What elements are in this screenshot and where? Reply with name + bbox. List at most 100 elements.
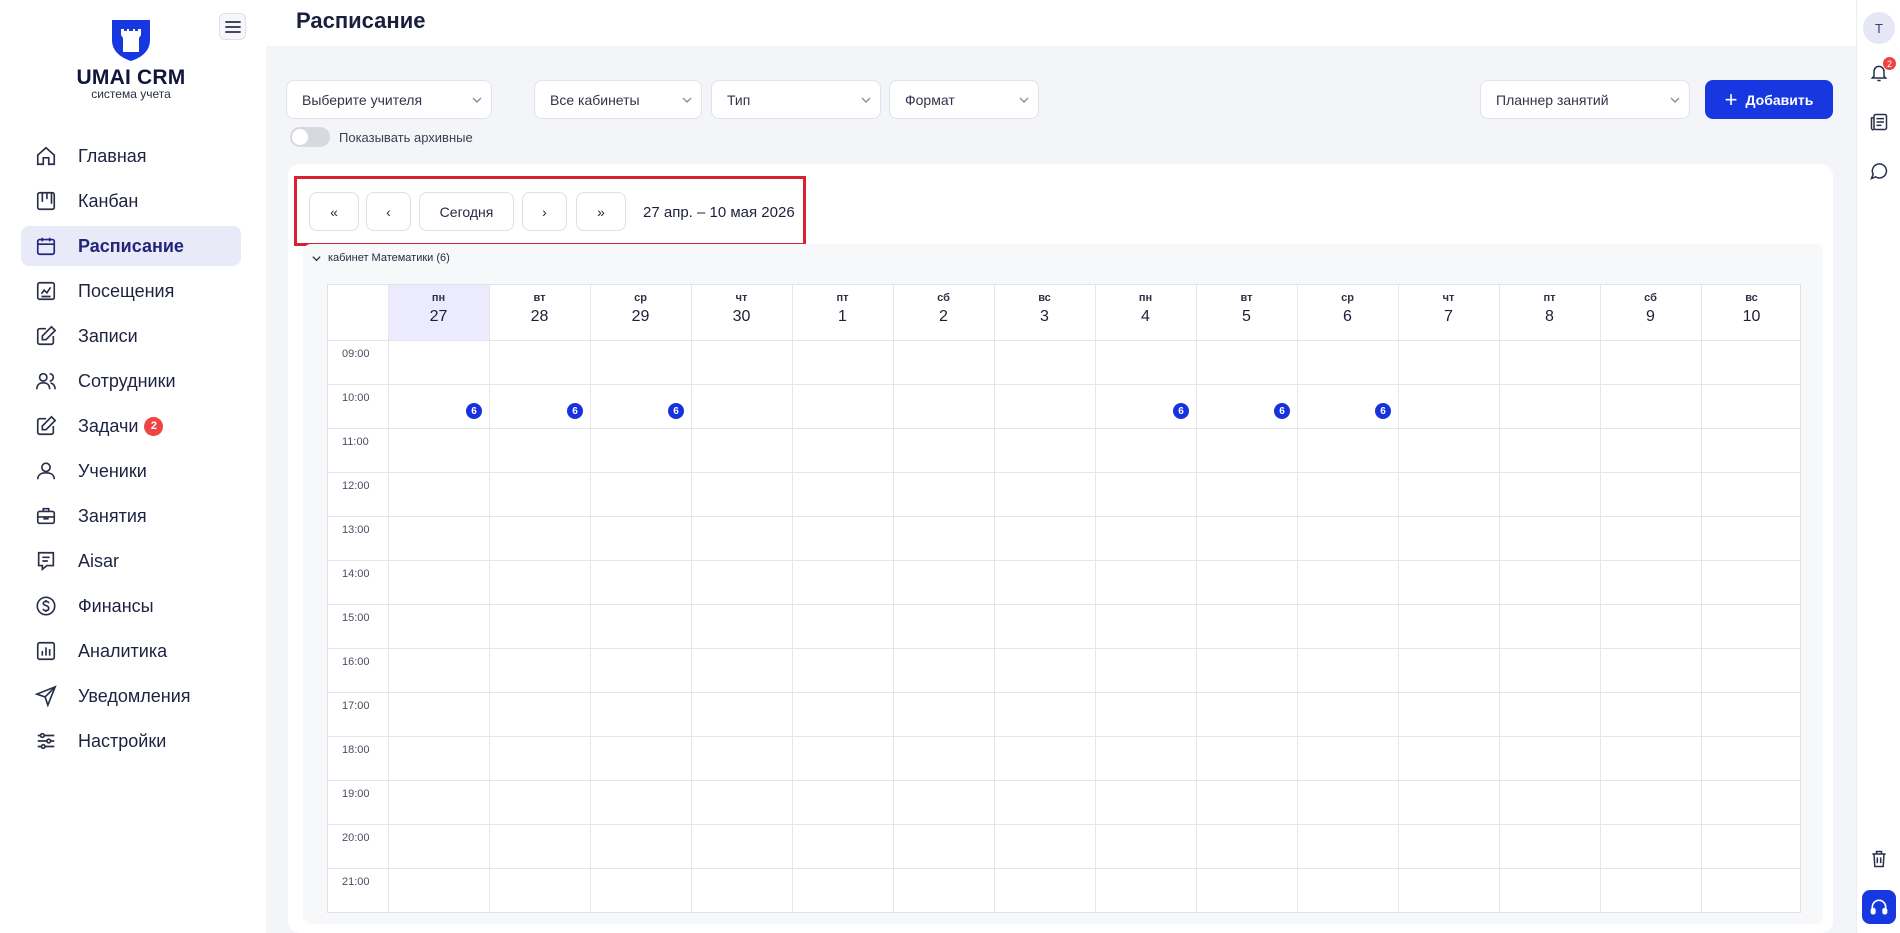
day-number: 10: [1742, 308, 1761, 325]
day-header: чт 30: [691, 285, 792, 340]
kanban-icon: [34, 189, 58, 213]
day-number: 28: [530, 308, 549, 325]
sidebar-item-analytics[interactable]: Аналитика: [21, 631, 241, 671]
sidebar-item-label: Задачи: [78, 415, 139, 436]
grid-row-divider: [328, 384, 1800, 385]
logo-shield-icon: [112, 20, 150, 61]
next-button[interactable]: ›: [522, 192, 567, 231]
logo-subtitle: система учета: [91, 87, 171, 101]
grid-column-divider: [1398, 285, 1399, 912]
user-icon: [34, 459, 58, 483]
sidebar-item-label: Канбан: [78, 190, 139, 211]
schedule-grid: пн 27 вт 28 ср 29 чт 30 пт 1 сб 2 вс 3 пн 4 вт 5 ср 6 чт 7 пт 8…: [327, 284, 1801, 913]
grid-column-divider: [893, 285, 894, 912]
planner-select[interactable]: Планнер занятий: [1480, 80, 1690, 119]
grid-column-divider: [388, 285, 389, 912]
room-collapse-toggle[interactable]: кабинет Математики (6): [311, 252, 450, 264]
news-button[interactable]: [1868, 111, 1890, 133]
day-of-week: сб: [1644, 292, 1657, 304]
day-header: пн 4: [1095, 285, 1196, 340]
sidebar-item-records[interactable]: Записи: [21, 316, 241, 356]
day-number: 8: [1545, 308, 1554, 325]
briefcase-icon: [34, 504, 58, 528]
bar-chart-icon: [34, 639, 58, 663]
teacher-select-value: Выберите учителя: [302, 91, 423, 108]
sidebar-item-label: Финансы: [78, 595, 154, 616]
task-edit-icon: [34, 414, 58, 438]
grid-column-divider: [792, 285, 793, 912]
time-label: 11:00: [342, 436, 369, 448]
today-button[interactable]: Сегодня: [419, 192, 514, 231]
time-label: 15:00: [342, 612, 370, 624]
sidebar-item-label: Сотрудники: [78, 370, 176, 391]
type-select[interactable]: Тип: [711, 80, 881, 119]
prev-button[interactable]: ‹: [366, 192, 411, 231]
grid-column-divider: [590, 285, 591, 912]
trash-button[interactable]: [1868, 848, 1890, 870]
grid-column-divider: [1499, 285, 1500, 912]
time-label: 21:00: [342, 876, 370, 888]
day-header: вс 3: [994, 285, 1095, 340]
lesson-event-badge[interactable]: 6: [466, 403, 482, 419]
sidebar-item-staff[interactable]: Сотрудники: [21, 361, 241, 401]
time-label: 14:00: [342, 568, 370, 580]
sidebar-item-aisar[interactable]: Aisar: [21, 541, 241, 581]
chevron-down-icon: [312, 255, 321, 261]
day-number: 30: [732, 308, 751, 325]
grid-column-divider: [994, 285, 995, 912]
grid-column-divider: [1095, 285, 1096, 912]
sidebar-item-attendance[interactable]: Посещения: [21, 271, 241, 311]
sidebar-item-students[interactable]: Ученики: [21, 451, 241, 491]
lesson-event-badge[interactable]: 6: [567, 403, 583, 419]
teacher-select[interactable]: Выберите учителя: [286, 80, 492, 119]
grid-row-divider: [328, 780, 1800, 781]
first-page-button[interactable]: «: [309, 192, 359, 231]
day-number: 7: [1444, 308, 1453, 325]
lesson-event-badge[interactable]: 6: [1375, 403, 1391, 419]
last-page-button[interactable]: »: [576, 192, 626, 231]
day-header: вс 10: [1701, 285, 1802, 340]
lesson-event-badge[interactable]: 6: [1173, 403, 1189, 419]
day-header: сб 2: [893, 285, 994, 340]
archive-toggle[interactable]: [290, 127, 330, 147]
logo[interactable]: UMAI CRM система учета: [66, 18, 196, 101]
day-of-week: пн: [1138, 292, 1153, 304]
sidebar-item-home[interactable]: Главная: [21, 136, 241, 176]
schedule-card: « ‹ Сегодня › » 27 апр. – 10 мая 2026 ка…: [288, 164, 1833, 933]
sidebar-item-schedule[interactable]: Расписание: [21, 226, 241, 266]
room-select-value: Все кабинеты: [550, 91, 640, 108]
sidebar-item-finance[interactable]: Финансы: [21, 586, 241, 626]
time-label: 09:00: [342, 348, 370, 360]
add-button[interactable]: + Добавить: [1705, 80, 1833, 119]
day-number: 6: [1343, 308, 1352, 325]
sidebar-item-tasks[interactable]: Задачи 2: [21, 406, 241, 446]
sidebar-item-notifications[interactable]: Уведомления: [21, 676, 241, 716]
avatar[interactable]: T: [1863, 12, 1895, 44]
sidebar-item-kanban[interactable]: Канбан: [21, 181, 241, 221]
support-button[interactable]: [1862, 890, 1896, 924]
lesson-event-badge[interactable]: 6: [1274, 403, 1290, 419]
day-of-week: пн: [431, 292, 446, 304]
day-header: пн 27: [388, 285, 489, 340]
day-of-week: пт: [1543, 292, 1556, 304]
sidebar-nav: Главная Канбан Расписание Посещения Запи…: [21, 136, 241, 766]
sidebar-item-lessons[interactable]: Занятия: [21, 496, 241, 536]
lesson-event-badge[interactable]: 6: [668, 403, 684, 419]
day-header: вт 28: [489, 285, 590, 340]
sidebar-item-settings[interactable]: Настройки: [21, 721, 241, 761]
grid-row-divider: [328, 428, 1800, 429]
page-title: Расписание: [296, 8, 426, 33]
format-select[interactable]: Формат: [889, 80, 1039, 119]
page-header: Расписание: [266, 0, 1856, 46]
main-content: Расписание Выберите учителя Все кабинеты…: [266, 0, 1856, 933]
messages-button[interactable]: [1868, 160, 1890, 182]
day-number: 27: [429, 308, 448, 325]
grid-row-divider: [328, 824, 1800, 825]
menu-toggle-button[interactable]: [219, 13, 246, 40]
room-select[interactable]: Все кабинеты: [534, 80, 702, 119]
day-of-week: вт: [1240, 292, 1253, 304]
sidebar-item-label: Расписание: [78, 235, 184, 256]
right-toolbar: T 2: [1856, 0, 1900, 933]
notifications-button[interactable]: 2: [1868, 57, 1896, 84]
home-icon: [34, 144, 58, 168]
